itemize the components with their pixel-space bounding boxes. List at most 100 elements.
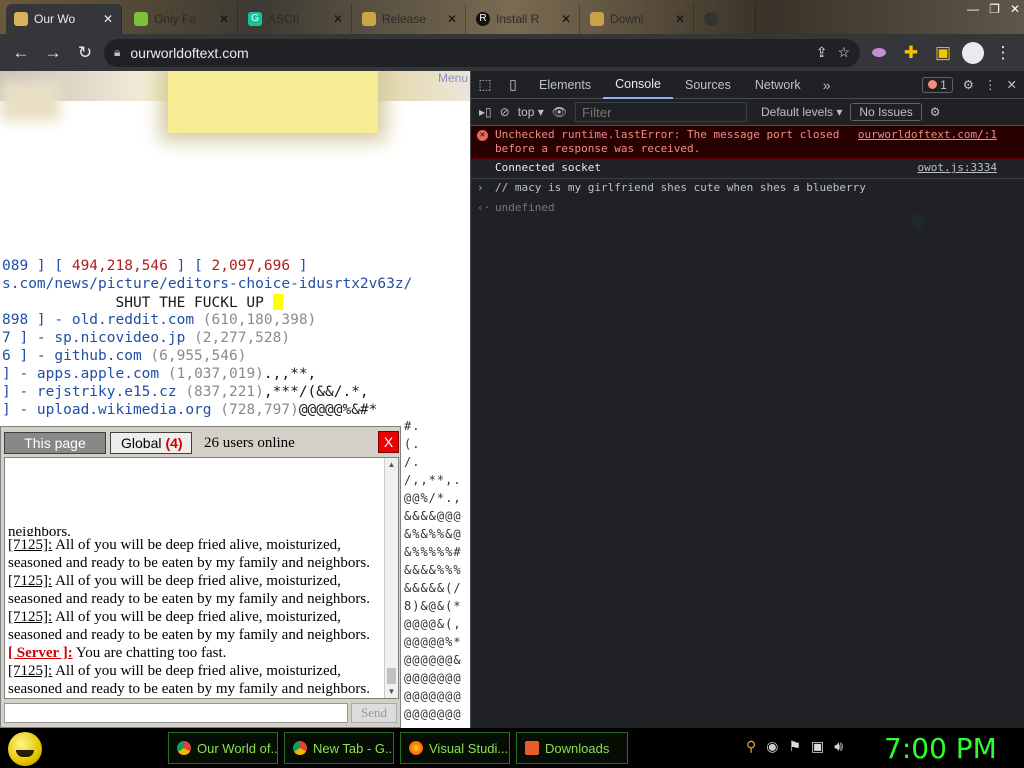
tab-elements[interactable]: Elements <box>527 71 603 99</box>
volume-icon[interactable]: 🔊︎ <box>834 738 843 755</box>
browser-tab[interactable]: Downl ✕ <box>582 4 694 34</box>
console-source-link[interactable]: ourworldoftext.com/:1 <box>858 128 997 142</box>
tab-title: ASCII <box>268 12 300 26</box>
ascii-art-line: #. <box>404 419 421 433</box>
settings-gear-icon[interactable]: ⚙ <box>963 77 974 92</box>
console-input-row: › // macy is my girlfriend shes cute whe… <box>471 179 1024 199</box>
chat-user-id[interactable]: [7125]: <box>8 537 52 553</box>
close-tab-icon[interactable]: ✕ <box>219 12 229 26</box>
inspect-element-icon[interactable]: ⬚ <box>471 76 499 93</box>
chat-tray-icon[interactable]: ◉ <box>766 738 778 755</box>
taskbar-item[interactable]: Downloads <box>516 732 628 764</box>
maximize-icon[interactable]: ❐ <box>989 2 1000 16</box>
ascii-art-line: @@@@&(, <box>404 617 462 631</box>
console-source-link[interactable]: owot.js:3334 <box>918 161 997 175</box>
ascii-art-line: &&&&@@@ <box>404 509 462 523</box>
close-tab-icon[interactable]: ✕ <box>333 12 343 26</box>
devtools-menu-icon[interactable]: ⋮ <box>984 77 997 92</box>
tab-title: Release <box>382 12 427 26</box>
search-icon[interactable]: ⚲ <box>746 738 756 755</box>
sidebar-toggle-icon[interactable]: ▸▯ <box>479 105 492 119</box>
chat-server-tag[interactable]: [ Server ]: <box>8 645 73 661</box>
chat-user-id[interactable]: [7125]: <box>8 573 52 589</box>
console-message: Unchecked runtime.lastError: The message… <box>495 128 840 155</box>
console-result-row: ‹· undefined <box>471 199 1024 219</box>
ascii-art-line: &%&%%&@ <box>404 527 462 541</box>
tab-network[interactable]: Network <box>743 71 813 99</box>
device-toolbar-icon[interactable]: ▯ <box>499 76 527 93</box>
tab-this-page[interactable]: This page <box>4 432 106 454</box>
close-tab-icon[interactable]: ✕ <box>103 12 113 26</box>
tab-sources[interactable]: Sources <box>673 71 743 99</box>
ascii-art-line: /. <box>404 455 421 469</box>
chat-input[interactable] <box>4 703 348 723</box>
chat-message: [7125]: All of you will be deep fried al… <box>8 662 382 698</box>
reload-icon[interactable]: ↻ <box>72 40 98 66</box>
console-filter-input[interactable] <box>574 102 747 122</box>
console-log-row: Connected socket owot.js:3334 <box>471 159 1024 179</box>
forward-icon[interactable]: → <box>40 40 66 66</box>
taskbar-item-label: Visual Studi... <box>429 740 509 756</box>
bookmark-star-icon[interactable]: ☆ <box>837 44 850 61</box>
chat-log[interactable]: neighbors. [7125]: All of you will be de… <box>4 457 399 699</box>
error-count-badge[interactable]: 1 <box>922 76 953 93</box>
close-devtools-icon[interactable]: ✕ <box>1007 77 1017 92</box>
more-tabs-icon[interactable]: » <box>813 77 841 93</box>
browser-tab[interactable]: Only Fa ✕ <box>126 4 238 34</box>
chat-user-id[interactable]: [7125]: <box>8 663 52 679</box>
tab-console[interactable]: Console <box>603 71 673 99</box>
browser-tab[interactable]: G ASCII ✕ <box>240 4 352 34</box>
extension-flag-icon[interactable]: ⬬ <box>866 40 892 66</box>
ascii-art-line: &&&&&(/ <box>404 581 462 595</box>
send-button[interactable]: Send <box>351 703 397 723</box>
start-button-smiley-icon[interactable] <box>8 732 42 766</box>
taskbar-item[interactable]: New Tab - G... <box>284 732 394 764</box>
blurred-shape <box>0 81 60 121</box>
github-favicon-icon <box>704 12 718 26</box>
tab-global[interactable]: Global (4) <box>110 432 192 454</box>
global-unread-count: (4) <box>165 435 183 451</box>
close-tab-icon[interactable]: ✕ <box>675 12 685 26</box>
lock-icon[interactable]: 🔒︎ <box>114 45 120 60</box>
taskbar-item[interactable]: Visual Studi... <box>400 732 510 764</box>
browser-tab[interactable]: Release ✕ <box>354 4 466 34</box>
browser-tab[interactable]: R Install R ✕ <box>468 4 580 34</box>
close-tab-icon[interactable]: ✕ <box>561 12 571 26</box>
issues-button[interactable]: No Issues <box>850 103 922 121</box>
chrome-icon <box>293 741 307 755</box>
clear-console-icon[interactable]: ⊘ <box>500 105 510 119</box>
minimize-icon[interactable]: — <box>967 2 979 16</box>
console-result: undefined <box>495 201 555 214</box>
flag-icon[interactable]: ⚑ <box>788 738 801 755</box>
extensions-puzzle-icon[interactable]: ✚ <box>898 40 924 66</box>
close-chat-button[interactable]: X <box>378 431 399 453</box>
live-expression-eye-icon[interactable]: 👁︎ <box>552 105 567 119</box>
site-favicon-icon <box>14 12 28 26</box>
taskbar-item[interactable]: Our World of... <box>168 732 278 764</box>
address-bar[interactable]: 🔒︎ ourworldoftext.com ⇪ ☆ <box>104 38 860 67</box>
url-text[interactable]: ourworldoftext.com <box>130 45 248 61</box>
browser-tab[interactable] <box>696 4 756 34</box>
chat-message-text: All of you will be deep fried alive, moi… <box>8 609 370 643</box>
kebab-menu-icon[interactable]: ⋮ <box>990 40 1016 66</box>
log-levels-select[interactable]: Default levels ▾ <box>761 105 842 119</box>
close-tab-icon[interactable]: ✕ <box>447 12 457 26</box>
context-select[interactable]: top ▾ <box>518 105 544 119</box>
registered-favicon-icon: R <box>476 12 490 26</box>
ascii-art-line: @@@@@@@ <box>404 707 462 721</box>
clock[interactable]: 7:00 PM <box>884 732 997 765</box>
close-window-icon[interactable]: ✕ <box>1010 2 1020 16</box>
chat-user-id[interactable]: [7125]: <box>8 609 52 625</box>
network-icon[interactable]: ▣ <box>811 738 824 755</box>
share-icon[interactable]: ⇪ <box>816 44 828 61</box>
chat-scrollbar[interactable]: ▲ ▼ <box>384 458 398 698</box>
scroll-down-icon[interactable]: ▼ <box>385 687 398 696</box>
back-icon[interactable]: ← <box>8 40 34 66</box>
browser-tab[interactable]: Our Wo ✕ <box>6 4 122 34</box>
console-settings-icon[interactable]: ⚙ <box>930 105 941 119</box>
scroll-thumb[interactable] <box>387 668 396 684</box>
sidepanel-icon[interactable]: ▣ <box>930 40 956 66</box>
menu-button[interactable]: Menu <box>438 71 468 85</box>
scroll-up-icon[interactable]: ▲ <box>385 460 398 469</box>
profile-avatar[interactable] <box>962 41 984 64</box>
